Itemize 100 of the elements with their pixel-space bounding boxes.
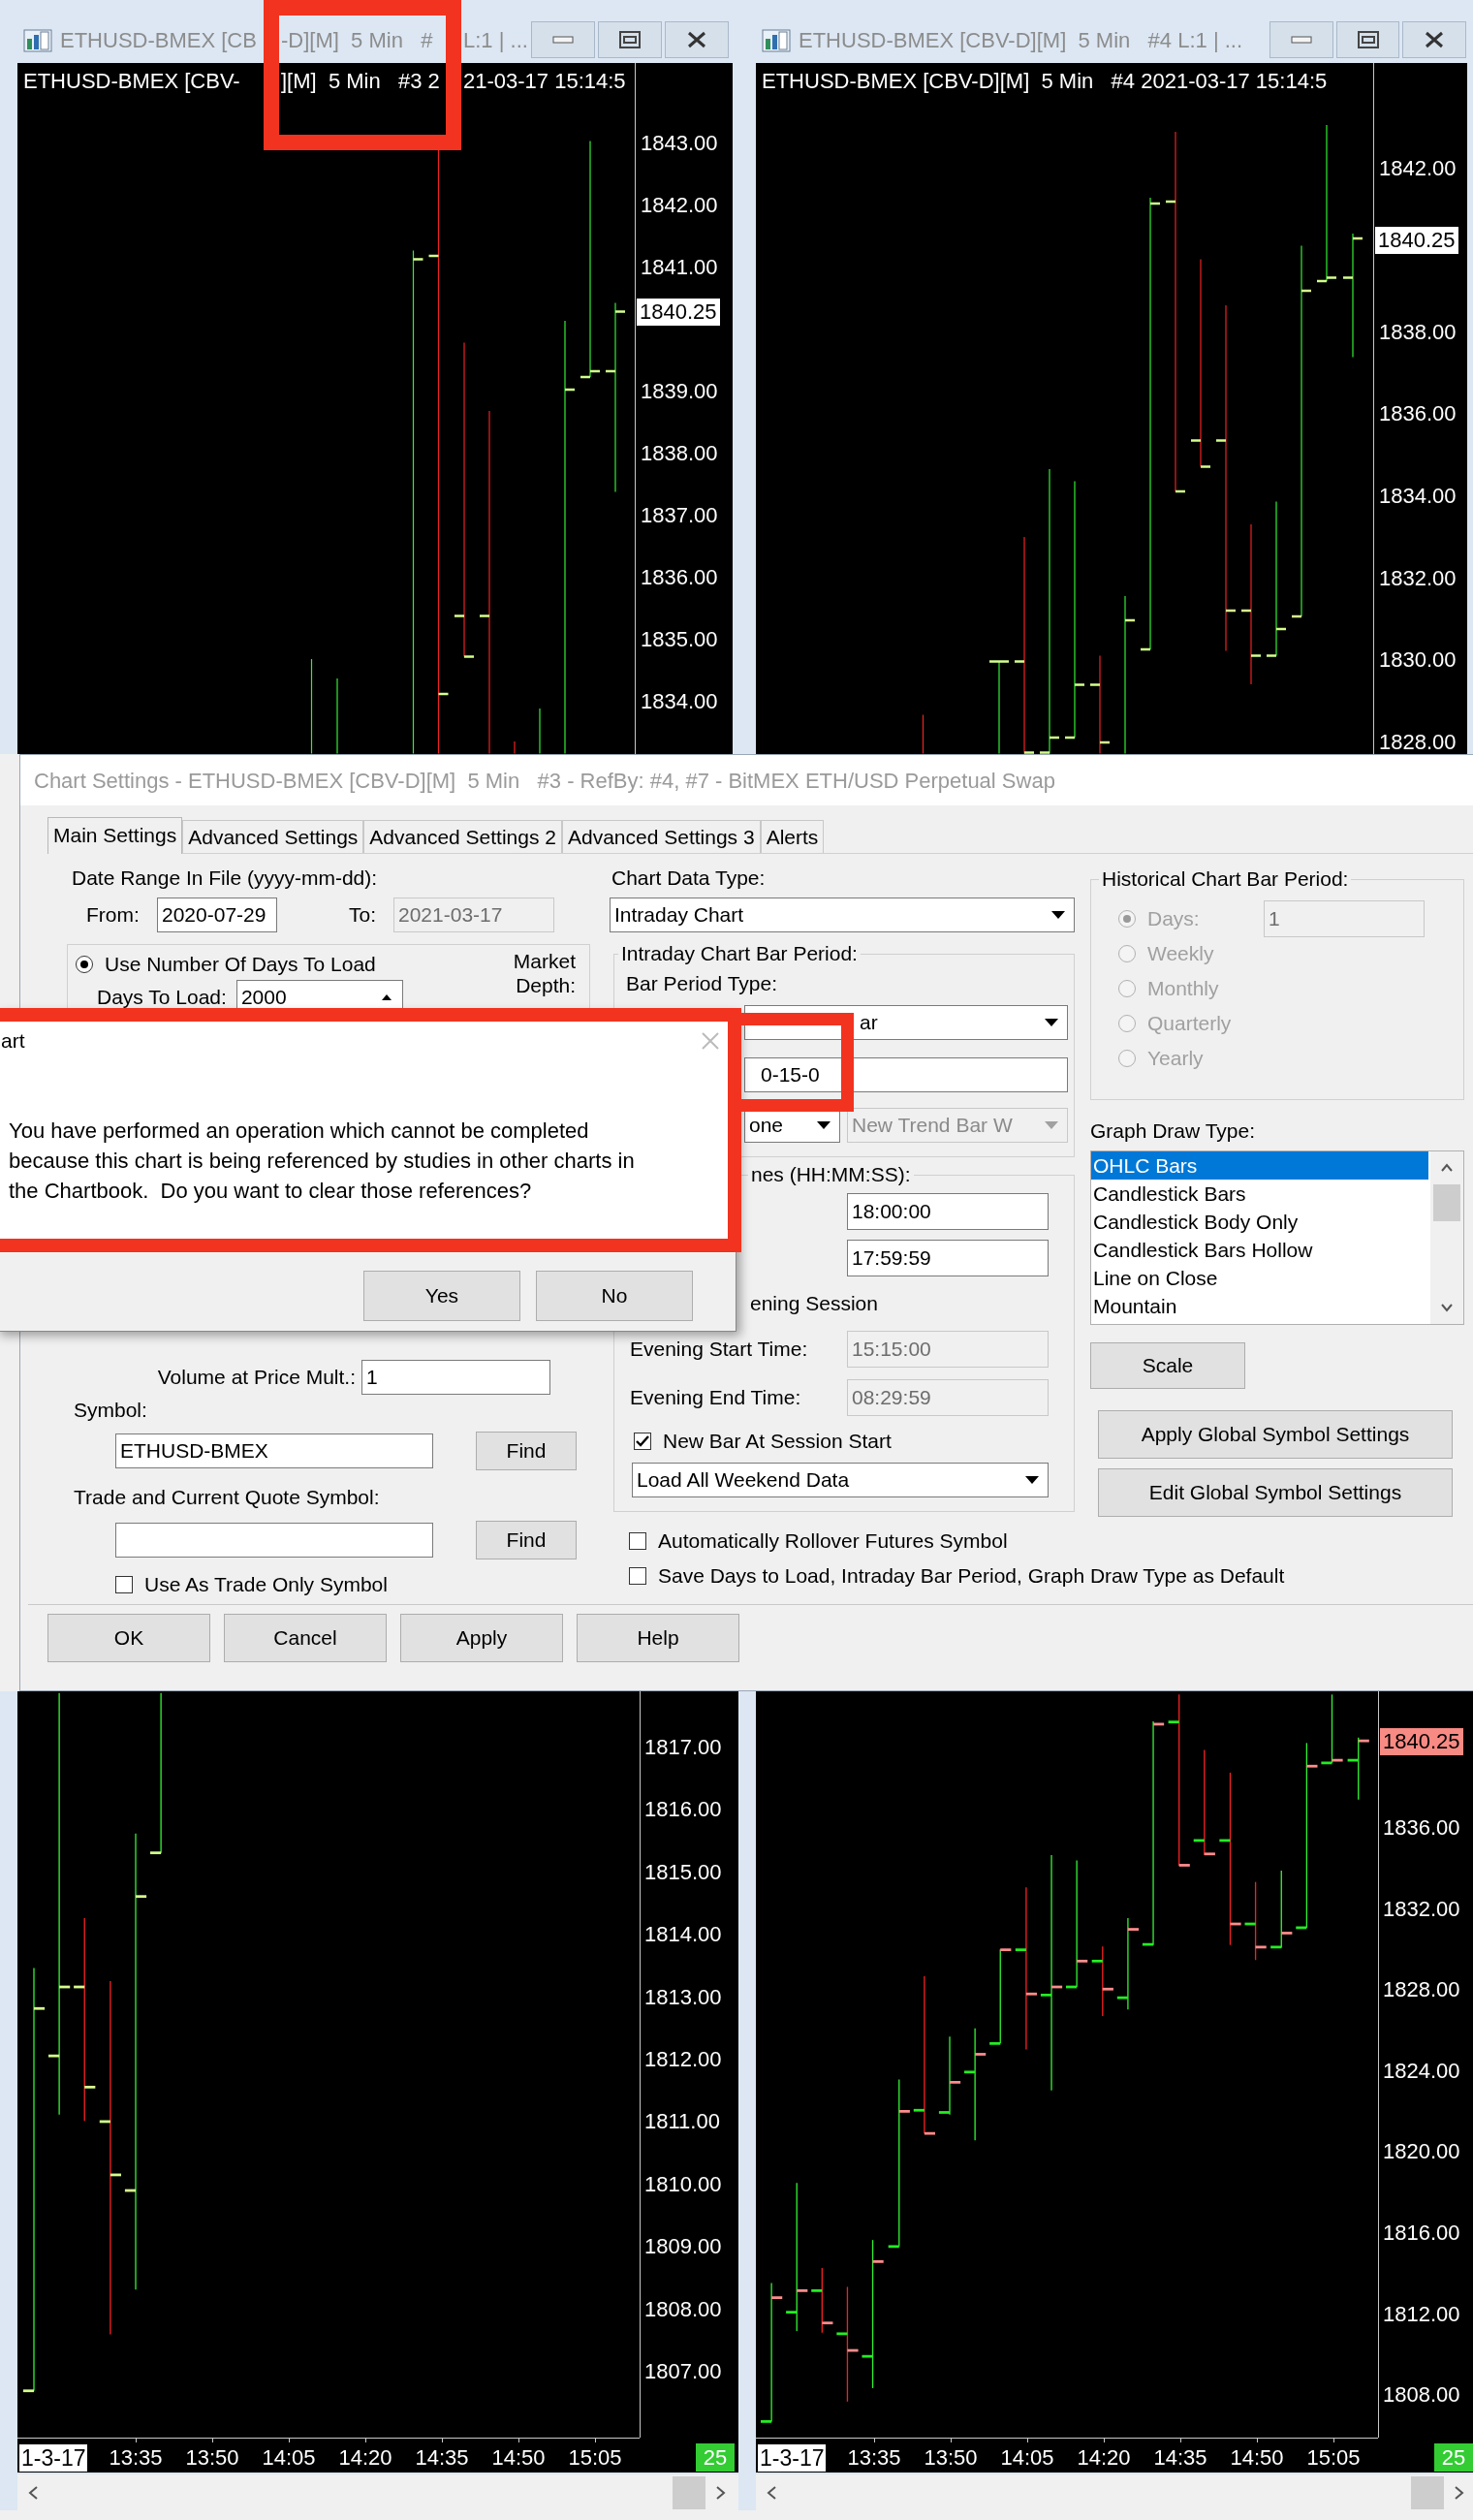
apply-button[interactable]: Apply xyxy=(400,1614,563,1662)
price-label: 1812.00 xyxy=(1383,2301,1460,2327)
field-label: Date Range In File (yyyy-mm-dd): xyxy=(72,866,379,891)
window-title: ETHUSD-BMEX [CB xyxy=(60,26,258,54)
last-price-label: 1840.25 xyxy=(1375,226,1458,254)
radio-label: Yearly xyxy=(1147,1046,1204,1072)
chevron-left-icon xyxy=(27,2485,39,2501)
time-label: 13:35 xyxy=(846,2445,902,2471)
scroll-thumb[interactable] xyxy=(1433,1184,1460,1221)
radio-label: Monthly xyxy=(1147,976,1219,1002)
checkbox-label: Save Days to Load, Intraday Bar Period, Graph Draw Type as Default xyxy=(658,1563,1285,1590)
last-price-label: 1840.25 xyxy=(637,299,720,326)
cancel-button[interactable]: Cancel xyxy=(224,1614,387,1662)
price-label: 1828.00 xyxy=(1383,1977,1460,2003)
caret-icon xyxy=(1050,910,1066,920)
price-label: 1841.00 xyxy=(641,254,718,280)
time-label: 14:50 xyxy=(490,2445,547,2471)
text-field[interactable]: 1 xyxy=(361,1360,550,1395)
dropdown[interactable]: Load All Weekend Data xyxy=(632,1463,1049,1497)
time-label: 15:05 xyxy=(1305,2445,1362,2471)
list-item[interactable]: OHLC Bars xyxy=(1091,1151,1428,1180)
price-label: 1836.00 xyxy=(1383,1815,1460,1841)
price-label: 1837.00 xyxy=(641,502,718,528)
price-label: 1834.00 xyxy=(641,688,718,714)
time-label: 14:20 xyxy=(1076,2445,1132,2471)
price-label: 1828.00 xyxy=(1379,729,1457,754)
vertical-scrollbar[interactable] xyxy=(1430,1151,1463,1324)
find-button[interactable]: Find xyxy=(476,1432,577,1470)
time-label: 14:50 xyxy=(1229,2445,1285,2471)
text-field[interactable]: 1 xyxy=(1264,900,1425,937)
caret-icon xyxy=(1044,1120,1059,1130)
price-label: 1830.00 xyxy=(1379,647,1457,674)
close-button[interactable] xyxy=(1402,21,1466,58)
yes-button[interactable]: Yes xyxy=(363,1271,520,1321)
price-label: 1834.00 xyxy=(1379,483,1457,509)
tab[interactable]: Advanced Settings xyxy=(182,820,364,853)
field-label: Graph Draw Type: xyxy=(1090,1118,1257,1144)
list-box[interactable]: OHLC Bars Candlestick Bars Candlestick Body Only Candlestick Bars Hollow Line on Close Mountain xyxy=(1090,1150,1464,1325)
apply-global-settings-button[interactable]: Apply Global Symbol Settings xyxy=(1098,1410,1453,1459)
price-label: 1843.00 xyxy=(641,130,718,156)
no-button[interactable]: No xyxy=(536,1271,693,1321)
price-label: 1824.00 xyxy=(1383,2058,1460,2084)
window-title: L:1 | ... xyxy=(463,26,528,54)
checkbox[interactable] xyxy=(115,1576,133,1593)
checkbox[interactable] xyxy=(634,1433,651,1450)
time-label: 13:35 xyxy=(108,2445,164,2471)
close-button[interactable] xyxy=(665,21,729,58)
field-label: Chart Data Type: xyxy=(611,866,767,891)
find-button[interactable]: Find xyxy=(476,1521,577,1559)
caret-icon xyxy=(816,1120,831,1130)
chevron-up-icon xyxy=(1440,1163,1454,1173)
price-label: 1814.00 xyxy=(644,1922,722,1948)
scroll-thumb[interactable] xyxy=(673,2476,705,2509)
time-label: 14:35 xyxy=(414,2445,470,2471)
tab[interactable]: Main Settings xyxy=(47,817,183,854)
text-field[interactable]: ETHUSD-BMEX xyxy=(115,1433,433,1468)
tab[interactable]: Advanced Settings 3 xyxy=(562,820,761,853)
field-label: Bar Period Type: xyxy=(626,971,779,996)
price-label: 1836.00 xyxy=(641,564,718,590)
checkbox[interactable] xyxy=(629,1532,646,1550)
horizontal-scrollbar[interactable] xyxy=(17,2474,738,2510)
price-label: 1811.00 xyxy=(644,2109,720,2135)
time-label: 13:50 xyxy=(184,2445,240,2471)
text-field[interactable]: 0-15-0 xyxy=(744,1057,1068,1092)
text-field[interactable]: 2020-07-29 xyxy=(157,898,277,932)
checkbox-label: Use As Trade Only Symbol xyxy=(144,1572,388,1598)
edit-global-settings-button[interactable]: Edit Global Symbol Settings xyxy=(1098,1468,1453,1517)
price-label: 1816.00 xyxy=(644,1797,722,1823)
checkbox[interactable] xyxy=(629,1567,646,1585)
horizontal-scrollbar[interactable] xyxy=(756,2474,1473,2510)
price-label: 1810.00 xyxy=(644,2171,722,2197)
text-field[interactable]: 18:00:00 xyxy=(847,1193,1049,1230)
chart-header: ETHUSD-BMEX [CBV- xyxy=(23,69,241,94)
dropdown[interactable]: Intraday Chart xyxy=(610,898,1075,932)
last-price-label: 1840.25 xyxy=(1380,1728,1463,1755)
maximize-button[interactable] xyxy=(598,21,662,58)
close-icon xyxy=(686,31,707,48)
price-label: 1808.00 xyxy=(644,2296,722,2322)
tab[interactable]: Alerts xyxy=(760,820,825,853)
text-field[interactable] xyxy=(115,1523,433,1558)
maximize-button[interactable] xyxy=(1335,21,1400,58)
price-label: 1832.00 xyxy=(1383,1896,1460,1922)
scale-button[interactable]: Scale xyxy=(1090,1342,1245,1389)
field-label: Symbol: xyxy=(74,1398,148,1423)
field-label: From: xyxy=(86,902,141,928)
help-button[interactable]: Help xyxy=(577,1614,739,1662)
minimize-icon xyxy=(552,35,574,45)
chart-header: ETHUSD-BMEX [CBV-D][M] 5 Min #4 2021-03-17 15:14:5 xyxy=(762,69,1328,94)
field-label: Days To Load: xyxy=(97,985,227,1010)
radio-button[interactable] xyxy=(76,956,93,973)
text-field[interactable]: 17:59:59 xyxy=(847,1240,1049,1276)
scroll-thumb[interactable] xyxy=(1411,2476,1444,2509)
checkbox-label: Automatically Rollover Futures Symbol xyxy=(658,1528,1008,1555)
maximize-icon xyxy=(619,31,641,48)
price-label: 1838.00 xyxy=(1379,319,1457,345)
dialog-title: Chart Settings - ETHUSD-BMEX [CBV-D][M] 5 Min #3 - RefBy: #4, #7 - BitMEX ETH/USD Perpetual Swap xyxy=(34,767,1055,795)
tab[interactable]: Advanced Settings 2 xyxy=(363,820,562,853)
chart-icon xyxy=(23,27,52,52)
ok-button[interactable]: OK xyxy=(47,1614,210,1662)
field-label: Evening Start Time: xyxy=(630,1337,809,1362)
